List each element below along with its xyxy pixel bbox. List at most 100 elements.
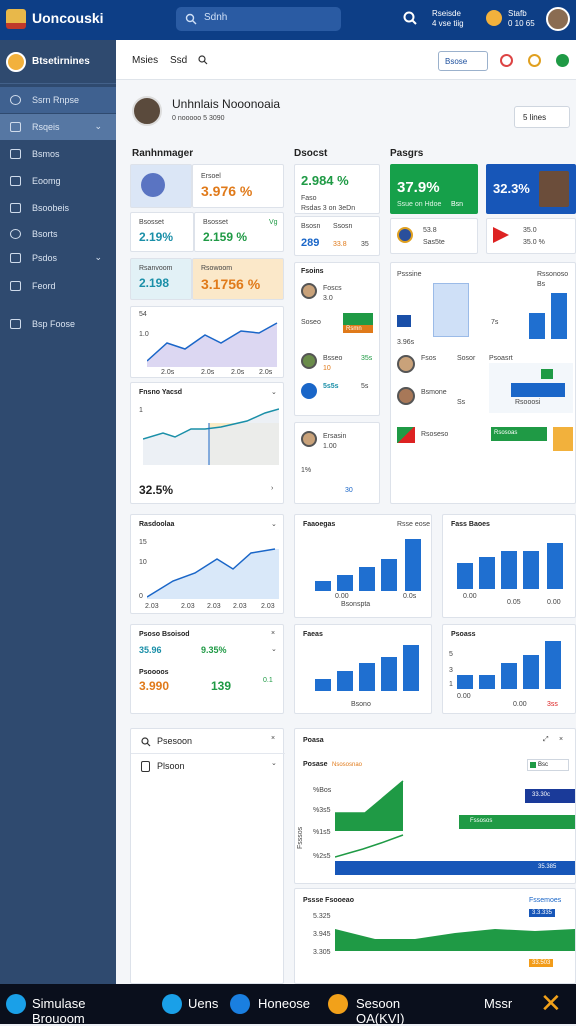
kpi-f-sub: Rsdas 3 on 3eDn [301,205,356,212]
sidebar-item-8[interactable]: Feord [0,273,116,299]
kpi-card-i[interactable]: Bsosn Ssosn 289 33.8 35 [294,216,380,256]
sidebar-item-reports[interactable]: Rsqeis ⌄ [0,114,116,140]
close-icon[interactable]: × [559,736,563,743]
search-icon[interactable] [198,55,208,65]
area-chart-1[interactable]: Poasa ⤢ × Posase Nsososnao Bsc %Bos %3s5… [294,728,576,884]
expand-icon[interactable]: ⤢ [543,736,549,744]
kpi-card-g[interactable]: 37.9% Ssue on Hdoe Bsn [390,164,478,214]
bar4-bar-5 [545,641,561,689]
list-row-3-v2: 35s [361,355,373,362]
workspace-title: Btsetirnines [32,56,90,67]
chevron-right-icon[interactable]: › [271,485,273,492]
list-card[interactable]: Fsoins Foscs 3.0 Soseo Rsmn Bsseo 10 35s… [294,262,380,416]
close-icon[interactable]: × [271,630,275,637]
kpi-card-b[interactable]: Bsosset 2.19% [130,212,194,252]
right-extra-swatch [553,427,573,451]
line-chart-1[interactable]: 54 1.0 2.0s 2.0s 2.0s 2.0s [130,306,284,378]
list-row-1-name: Foscs [323,285,342,292]
clock-icon[interactable] [528,54,541,67]
chart2-area [143,408,279,465]
close-icon[interactable]: ✕ [540,990,562,1016]
file-icon [10,281,21,291]
kpi-j-v1: 53.8 [423,227,437,234]
kpi-card-c[interactable]: Bsosset Vg 2.159 % [194,212,284,252]
chevron-down-icon[interactable]: ⌄ [271,388,277,396]
kpi-card-2[interactable]: Psoso Bsoisod × 35.96 9.35% ⌄ Psoooos 3.… [130,624,284,714]
chevron-down-icon[interactable]: ⌄ [271,759,277,767]
kpi-k-v1: 35.0 [523,227,537,234]
kpi-e-value: 3.1756 % [201,276,261,292]
check-icon[interactable] [556,54,569,67]
right-list-row-1: Fsos [421,355,437,362]
filter-item-2[interactable]: Plsoon [157,761,185,771]
kpi-i-v3: 35 [361,241,369,248]
app-logo [6,9,26,29]
sidebar-item-4[interactable]: Eoomg [0,168,116,194]
bar3-bar-1 [315,679,331,691]
kpi-card-a[interactable]: Ersoel 3.976 % [192,164,284,208]
kpi-card-d[interactable]: Rsanvoom 2.198 [130,258,192,300]
search-icon[interactable] [402,10,418,26]
kpi-icon-card[interactable] [130,164,192,208]
kpi-card-e[interactable]: Rsowoom 3.1756 % [192,258,284,300]
chart3-x-1: 2.03 [145,603,159,610]
notifications-label[interactable]: Rseisde 4 vse tiig [432,9,464,29]
bar4-title: Psoass [451,631,476,638]
bar-chart-3[interactable]: Faeas Bsono [294,624,432,714]
kpi-h-value: 32.3% [493,181,530,196]
card-foot[interactable]: Ersasin 1.00 1% 30 [294,422,380,504]
kpi-a-value: 3.976 % [201,183,253,199]
kpi-e-label: Rsowoom [201,265,233,272]
filter-panel[interactable]: Psesoon × Plsoon ⌄ [130,728,285,984]
area2-tag: Fssemoes [529,897,562,904]
chevron-down-icon[interactable]: ⌄ [271,520,277,528]
right-list-row-3-v: Ss [457,399,466,406]
sidebar-item-5[interactable]: Bsoobeis [0,195,116,221]
bar-chart-2[interactable]: Fass Baoes 0.00 0.05 0.00 [442,514,576,618]
home-icon [10,149,21,159]
bar1-xlabel: Bsonspta [341,601,371,608]
filter-item-1[interactable]: Psesoon [157,736,192,746]
browse-button[interactable]: Bsose [438,51,488,71]
close-icon[interactable]: × [271,735,275,742]
foot-avatar [301,431,317,447]
area2-plot [335,929,575,951]
section-mid-title: Dsocst [294,148,328,159]
chart3-y-2: 10 [139,559,147,566]
pass-tag: Rssonoso [537,271,569,278]
kpi-card-f[interactable]: 2.984 % Faso Rsdas 3 on 3eDn [294,164,380,214]
pass-sub: 7s [491,319,499,326]
area-chart-2[interactable]: Pssse Fsooeao Fssemoes 5.325 3.945 3.305… [294,888,576,984]
chevron-down-icon[interactable]: ⌄ [271,645,277,653]
kpi-card-h[interactable]: 32.3% [486,164,576,214]
search-input[interactable]: Sdnh [176,7,341,31]
sidebar-item-3[interactable]: Bsmos [0,141,116,167]
area1-label-1: 33.30c [532,792,551,798]
sidebar-item-6[interactable]: Bsorts [0,221,116,247]
kpi-card-j[interactable]: 53.8 Sas5te [390,218,478,254]
alert-icon[interactable] [500,54,513,67]
bar2-x-3: 0.00 [547,599,561,606]
right-extra-button[interactable]: Rsosoas [491,427,547,441]
line-chart-3[interactable]: Rasdoolaa ⌄ 15 10 0 2.03 2.03 2.03 2.03 … [130,514,284,614]
kpi-g-button[interactable]: Bsn [451,201,463,208]
grid-icon [10,253,21,263]
right-panel[interactable]: Psssine Rssonoso 3.96s 7s Bs Fsos Sosor … [390,262,576,504]
sidebar-item-9[interactable]: Bsp Foose [0,311,116,337]
bar3-bar-4 [381,657,397,691]
sidebar-item-dashboard[interactable]: Ssrn Rnpse [0,87,116,113]
tab-ssd[interactable]: Ssd [170,55,187,66]
taskbar-label-3: Honeose [258,996,311,1011]
area2-label-1: 3.3.335 [529,909,556,917]
bar-chart-4[interactable]: Psoass 5 3 1 0.00 0.00 3ss [442,624,576,714]
tab-menus[interactable]: Msies [132,55,158,66]
user-label[interactable]: Stafb 0 10 65 [508,9,535,29]
chart3-x-4: 2.03 [233,603,247,610]
bar-chart-1[interactable]: Faaoegas Rsse eose Bsonspta 0.00 0.0s [294,514,432,618]
lines-dropdown[interactable]: 5 lines [514,106,570,128]
line-chart-2[interactable]: Fnsno Yacsd ⌄ 1 32.5% › [130,382,284,504]
kpi-card-k[interactable]: 35.0 35.0 % [486,218,576,254]
notification-bell-icon[interactable] [486,10,502,26]
sidebar-item-7[interactable]: Psdos ⌄ [0,245,116,271]
user-avatar[interactable] [546,7,570,31]
